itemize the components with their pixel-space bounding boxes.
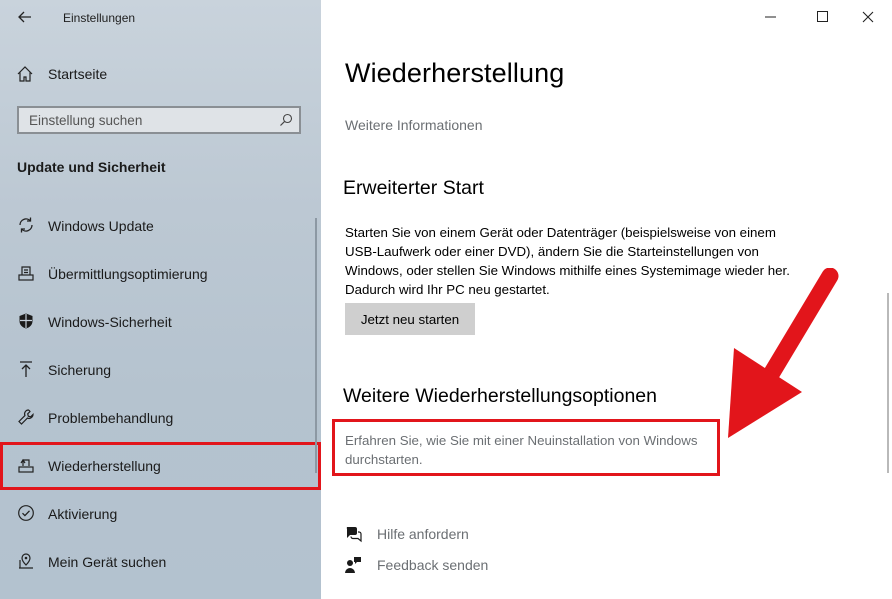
back-button[interactable] [13, 6, 37, 28]
home-icon [17, 66, 33, 82]
sidebar-nav: Windows Update Übermittlungsoptimierung … [0, 202, 321, 586]
maximize-icon [817, 11, 828, 22]
get-help-link[interactable]: Hilfe anfordern [343, 523, 469, 545]
sidebar-item-windows-security[interactable]: Windows-Sicherheit [0, 298, 321, 346]
red-arrow-annotation [728, 268, 839, 438]
shield-icon [17, 312, 35, 330]
minimize-icon [765, 16, 776, 18]
check-circle-icon [17, 504, 35, 522]
more-recovery-options-heading: Weitere Wiederherstellungsoptionen [343, 385, 657, 407]
fresh-start-link[interactable]: Erfahren Sie, wie Sie mit einer Neuinsta… [345, 431, 725, 469]
page-title: Wiederherstellung [345, 58, 565, 88]
feedback-person-icon [343, 555, 363, 575]
sidebar-item-label: Windows Update [48, 218, 154, 234]
close-icon [862, 11, 874, 23]
sidebar-scrollbar[interactable] [315, 218, 317, 473]
wrench-icon [17, 408, 35, 426]
close-button[interactable] [845, 5, 891, 29]
app-title: Einstellungen [63, 11, 136, 25]
recovery-icon [17, 456, 35, 474]
sidebar-item-find-my-device[interactable]: Mein Gerät suchen [0, 538, 321, 586]
home-link[interactable]: Startseite [16, 62, 107, 86]
arrow-left-icon [18, 11, 31, 23]
section-title: Update und Sicherheit [17, 159, 166, 175]
settings-search-box[interactable] [17, 106, 301, 134]
find-device-icon [17, 552, 35, 570]
restart-now-button[interactable]: Jetzt neu starten [345, 303, 475, 335]
sidebar-item-label: Aktivierung [48, 506, 118, 522]
home-label: Startseite [48, 66, 108, 82]
sidebar-item-backup[interactable]: Sicherung [0, 346, 321, 394]
sidebar-item-delivery-optimization[interactable]: Übermittlungsoptimierung [0, 250, 321, 298]
content-scrollbar[interactable] [887, 293, 889, 473]
search-input[interactable] [19, 108, 269, 132]
minimize-button[interactable] [748, 5, 794, 29]
sidebar-item-label: Mein Gerät suchen [48, 554, 167, 570]
delivery-optimization-icon [17, 264, 35, 282]
sidebar-item-activation[interactable]: Aktivierung [0, 490, 321, 538]
advanced-start-heading: Erweiterter Start [343, 177, 484, 199]
sidebar: Einstellungen Startseite Update und Sich… [0, 0, 321, 599]
feedback-label: Feedback senden [377, 557, 489, 573]
sidebar-item-troubleshoot[interactable]: Problembehandlung [0, 394, 321, 442]
sidebar-item-label: Übermittlungsoptimierung [48, 266, 208, 282]
sync-icon [17, 216, 35, 234]
get-help-label: Hilfe anfordern [377, 526, 469, 542]
more-info-link[interactable]: Weitere Informationen [345, 117, 482, 133]
help-chat-icon [343, 524, 363, 544]
backup-arrow-icon [17, 360, 35, 378]
sidebar-item-label: Windows-Sicherheit [48, 314, 172, 330]
sidebar-item-recovery[interactable]: Wiederherstellung [0, 442, 321, 490]
sidebar-item-label: Problembehandlung [48, 410, 174, 426]
sidebar-item-label: Sicherung [48, 362, 112, 378]
sidebar-item-label: Wiederherstellung [48, 458, 161, 474]
search-icon[interactable] [279, 113, 293, 127]
feedback-link[interactable]: Feedback senden [343, 554, 488, 576]
maximize-button[interactable] [800, 5, 846, 29]
sidebar-item-windows-update[interactable]: Windows Update [0, 202, 321, 250]
